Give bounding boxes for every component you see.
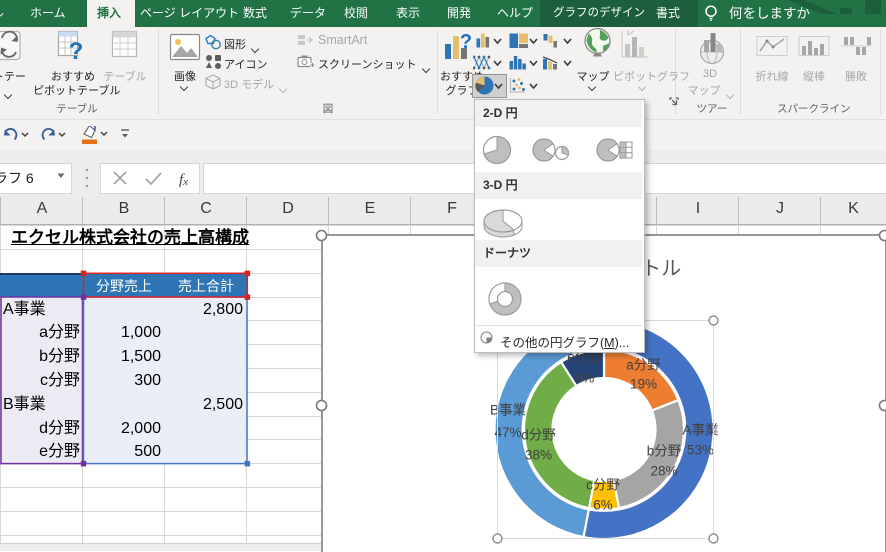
- svg-text:?: ?: [460, 31, 472, 53]
- svg-text:fx: fx: [179, 172, 188, 188]
- svg-text:?: ?: [69, 38, 84, 62]
